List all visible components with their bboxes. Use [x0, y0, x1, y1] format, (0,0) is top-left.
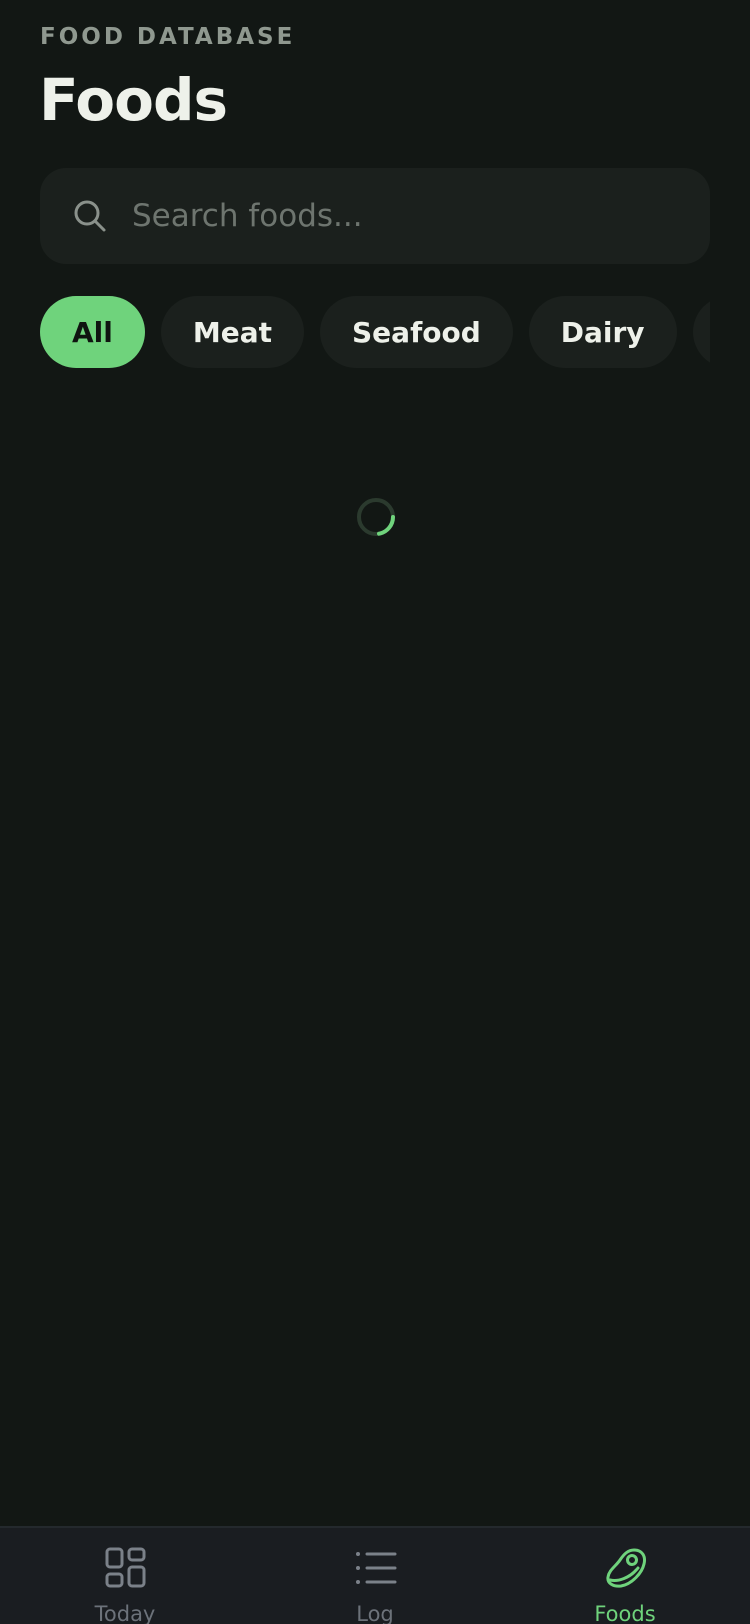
grid-icon: [105, 1547, 146, 1588]
search-bar[interactable]: [40, 168, 710, 264]
tab-log-label: Log: [356, 1602, 394, 1624]
filter-chip-dairy[interactable]: Dairy: [528, 296, 677, 368]
section-eyebrow: FOOD DATABASE: [40, 24, 296, 50]
tab-log[interactable]: Log: [250, 1528, 500, 1624]
filter-chip-meat[interactable]: Meat: [160, 296, 305, 368]
foods-screen: FOOD DATABASE Foods All Meat Seafood Dai…: [0, 0, 750, 1624]
bottom-tab-bar: Today Log Foods: [0, 1526, 750, 1624]
tab-today-label: Today: [94, 1602, 156, 1624]
category-filter-bar[interactable]: All Meat Seafood Dairy Pl: [40, 296, 710, 368]
filter-chip-partial[interactable]: Pl: [692, 296, 710, 368]
list-icon: [356, 1552, 397, 1584]
tab-today[interactable]: Today: [0, 1528, 250, 1624]
loading-spinner: [357, 498, 395, 536]
search-icon: [74, 200, 106, 232]
filter-chip-all[interactable]: All: [40, 296, 145, 368]
filter-chip-seafood[interactable]: Seafood: [320, 296, 513, 368]
meat-icon: [606, 1548, 646, 1588]
tab-foods[interactable]: Foods: [500, 1528, 750, 1624]
tab-foods-label: Foods: [594, 1602, 656, 1624]
page-title: Foods: [39, 66, 228, 134]
search-input[interactable]: [132, 168, 692, 264]
